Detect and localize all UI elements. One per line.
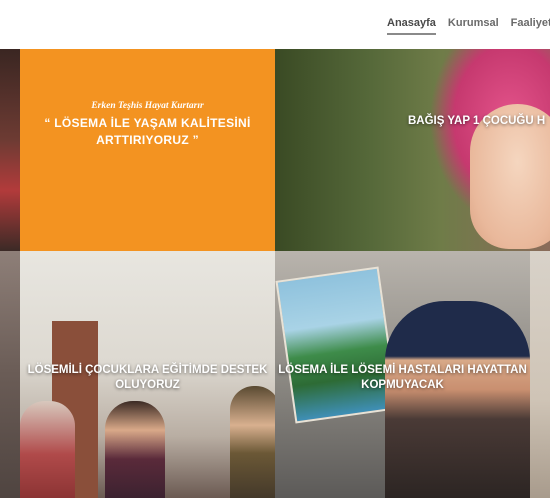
photo-tile-partial-right[interactable]: [530, 251, 550, 498]
education-caption: LÖSEMİLİ ÇOCUKLARA EĞİTİMDE DESTEK OLUYO…: [27, 364, 268, 391]
nav-item-faaliyetler[interactable]: Faaliyetler: [511, 17, 550, 35]
site-header: Anasayfa Kurumsal Faaliyetler: [0, 0, 550, 50]
photo-tile-partial-left-top[interactable]: [0, 49, 20, 251]
painting-tile[interactable]: LÖSEMA İLE LÖSEMİ HASTALARI HAYATTAN KOP…: [275, 251, 530, 498]
nav-item-anasayfa[interactable]: Anasayfa: [387, 17, 436, 35]
awareness-subtitle: Erken Teşhis Hayat Kurtarır: [91, 101, 204, 111]
donate-caption: BAĞIŞ YAP 1 ÇOCUĞU H: [408, 115, 546, 127]
education-tile[interactable]: LÖSEMİLİ ÇOCUKLARA EĞİTİMDE DESTEK OLUYO…: [20, 251, 275, 498]
nav-item-kurumsal[interactable]: Kurumsal: [448, 17, 499, 35]
painting-photo-canvas: [275, 266, 399, 424]
painting-caption: LÖSEMA İLE LÖSEMİ HASTALARI HAYATTAN KOP…: [278, 364, 527, 391]
donate-tile[interactable]: BAĞIŞ YAP 1 ÇOCUĞU H: [275, 49, 550, 251]
classroom-photo-person: [20, 401, 75, 498]
classroom-photo-person: [230, 386, 275, 498]
awareness-quote: “ LÖSEMA İLE YAŞAM KALİTESİNİ ARTTIRIYOR…: [44, 116, 251, 147]
main-nav: Anasayfa Kurumsal Faaliyetler: [387, 17, 550, 35]
painting-photo-man: [385, 301, 530, 498]
classroom-photo-person: [105, 401, 165, 498]
photo-tile-partial-left-bottom[interactable]: [0, 251, 20, 498]
awareness-tile[interactable]: Erken Teşhis Hayat Kurtarır “ LÖSEMA İLE…: [20, 49, 275, 251]
